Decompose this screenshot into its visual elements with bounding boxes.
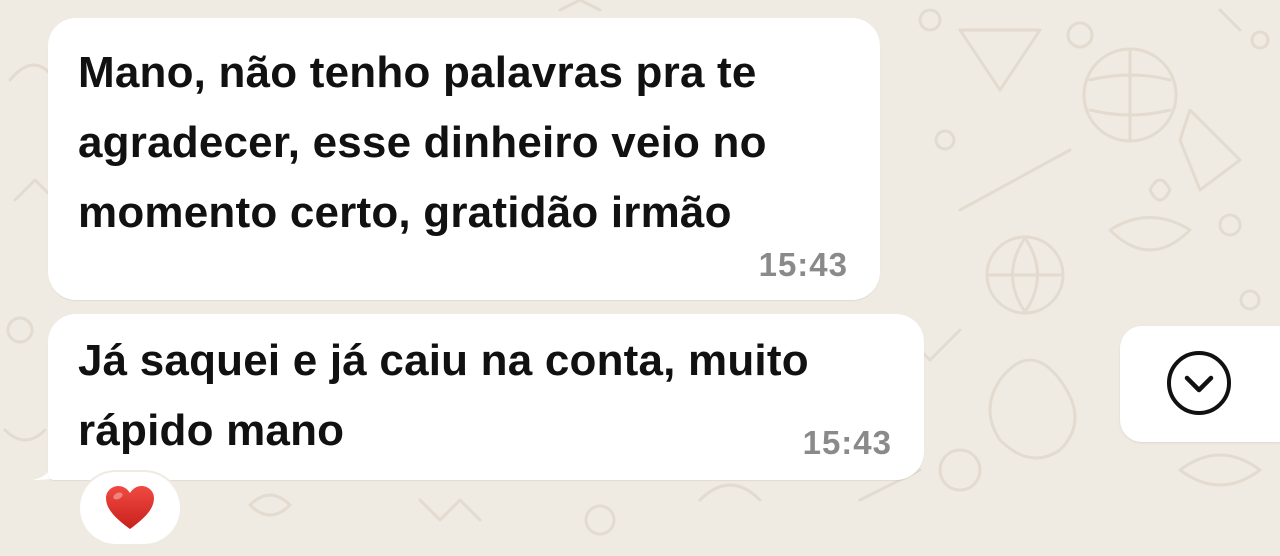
- message-reaction[interactable]: [80, 472, 180, 544]
- message-bubble[interactable]: Já saquei e já caiu na conta, muito rápi…: [48, 314, 924, 480]
- message-text: Mano, não tenho palavras pra te agradece…: [78, 48, 767, 237]
- heart-emoji-icon: [106, 486, 154, 529]
- chevron-down-circle-icon: [1167, 351, 1231, 415]
- message-timestamp: 15:43: [802, 424, 892, 461]
- message-text: Já saquei e já caiu na conta, muito rápi…: [78, 336, 809, 455]
- message-bubble[interactable]: Mano, não tenho palavras pra te agradece…: [48, 18, 880, 300]
- message-timestamp: 15:43: [758, 246, 848, 283]
- scroll-to-bottom-button[interactable]: [1120, 326, 1280, 442]
